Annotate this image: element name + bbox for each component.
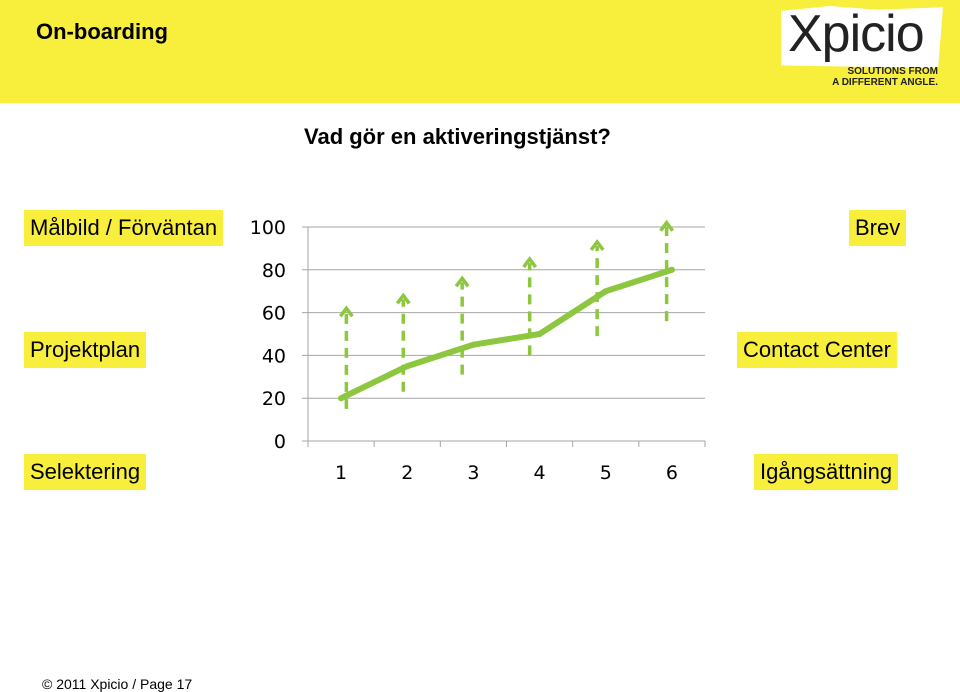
data-point — [338, 395, 345, 402]
data-point — [668, 266, 675, 273]
y-tick-label: 40 — [262, 345, 286, 367]
footer: © 2011 Xpicio / Page 17 — [42, 676, 193, 692]
data-point — [470, 341, 477, 348]
x-tick-label: 1 — [335, 462, 347, 484]
x-tick-label: 6 — [666, 462, 678, 484]
chart: 0 20 40 60 80 100 1 2 3 4 5 6 — [250, 217, 706, 484]
y-tick-label: 60 — [262, 303, 286, 325]
y-tick-label: 100 — [250, 217, 286, 239]
y-tick-label: 80 — [262, 260, 286, 282]
x-tick-label: 2 — [401, 462, 413, 484]
x-tick-label: 3 — [467, 462, 479, 484]
x-tick-label: 5 — [600, 462, 612, 484]
data-point — [602, 288, 609, 295]
series-line — [338, 266, 675, 402]
data-point — [404, 363, 411, 370]
y-tick-label: 0 — [274, 431, 286, 453]
x-tick-label: 4 — [534, 462, 546, 484]
y-tick-label: 20 — [262, 388, 286, 410]
data-point — [536, 331, 543, 337]
